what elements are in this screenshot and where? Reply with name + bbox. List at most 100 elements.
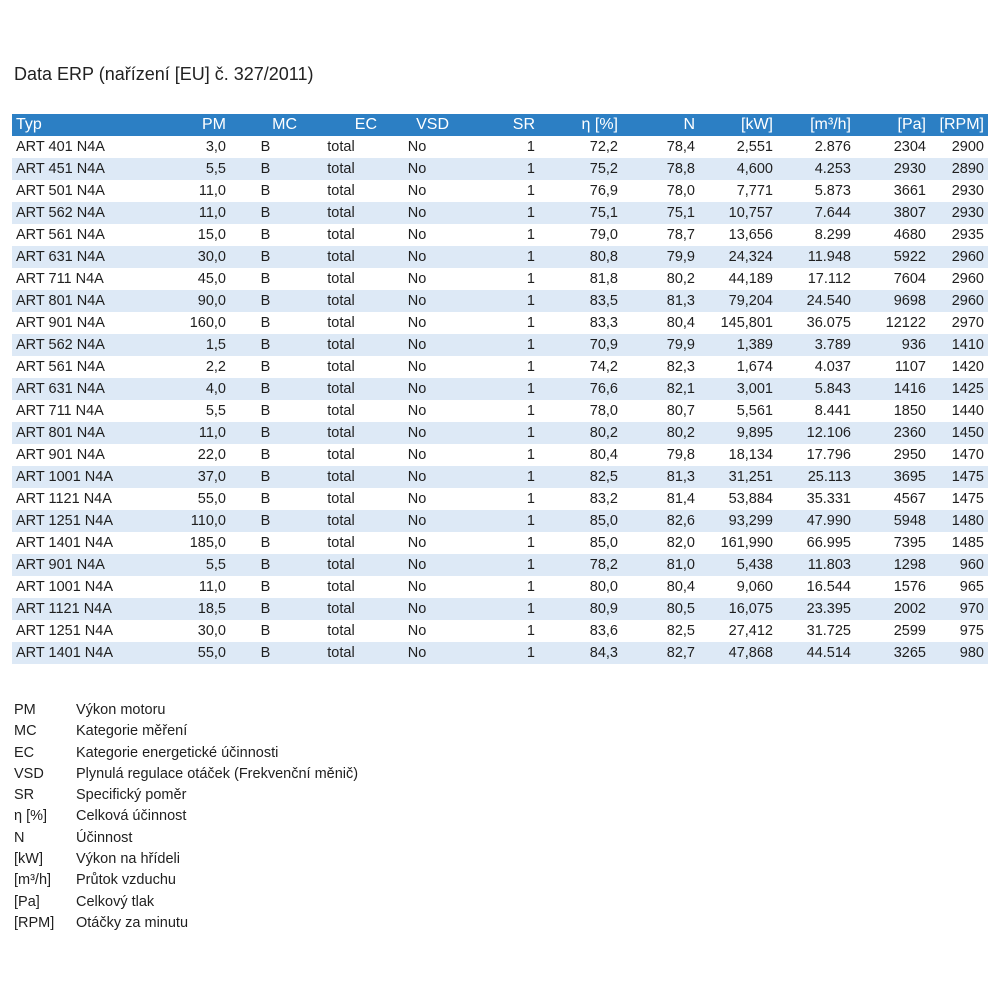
cell-sr: 1 bbox=[453, 378, 539, 400]
cell-sr: 1 bbox=[453, 334, 539, 356]
cell-typ: ART 451 N4A bbox=[12, 158, 140, 180]
cell-rpm: 975 bbox=[930, 620, 988, 642]
legend-item: [Pa] Celkový tlak bbox=[14, 892, 358, 913]
cell-airflow: 11.948 bbox=[777, 246, 855, 268]
cell-pm: 11,0 bbox=[140, 576, 230, 598]
cell-pa: 1416 bbox=[855, 378, 930, 400]
column-header-pm: PM bbox=[140, 114, 230, 136]
cell-pa: 12122 bbox=[855, 312, 930, 334]
column-header-eta: η [%] bbox=[539, 114, 622, 136]
cell-vsd: No bbox=[381, 444, 453, 466]
cell-sr: 1 bbox=[453, 598, 539, 620]
legend-item: [m³/h] Průtok vzduchu bbox=[14, 870, 358, 891]
cell-n: 80,5 bbox=[622, 598, 699, 620]
cell-pm: 185,0 bbox=[140, 532, 230, 554]
cell-rpm: 1425 bbox=[930, 378, 988, 400]
legend-description: Kategorie měření bbox=[76, 723, 188, 740]
cell-kw: 53,884 bbox=[699, 488, 777, 510]
cell-kw: 2,551 bbox=[699, 136, 777, 158]
table-body: ART 401 N4A 3,0 Btotal No 1 72,2 78,4 2,551 2.87… bbox=[12, 136, 988, 664]
cell-pm: 37,0 bbox=[140, 466, 230, 488]
cell-kw: 145,801 bbox=[699, 312, 777, 334]
cell-kw: 93,299 bbox=[699, 510, 777, 532]
cell-vsd: No bbox=[381, 246, 453, 268]
column-header-airflow: [m³/h] bbox=[777, 114, 855, 136]
cell-rpm: 1440 bbox=[930, 400, 988, 422]
cell-airflow: 4.037 bbox=[777, 356, 855, 378]
cell-mc: B bbox=[230, 642, 301, 664]
column-header-n: N bbox=[622, 114, 699, 136]
erp-data-table: Typ PM MC EC VSD SR η [%] N [kW] [m³/h] … bbox=[12, 114, 988, 664]
cell-vsd: No bbox=[381, 334, 453, 356]
cell-n: 82,5 bbox=[622, 620, 699, 642]
table-row: ART 1251 N4A 110,0 Btotal No 1 85,0 82,6 93,299… bbox=[12, 510, 988, 532]
cell-ec: total bbox=[301, 400, 381, 422]
cell-typ: ART 562 N4A bbox=[12, 334, 140, 356]
cell-eta: 83,3 bbox=[539, 312, 622, 334]
cell-rpm: 1410 bbox=[930, 334, 988, 356]
cell-kw: 31,251 bbox=[699, 466, 777, 488]
cell-eta: 81,8 bbox=[539, 268, 622, 290]
cell-pa: 1107 bbox=[855, 356, 930, 378]
cell-airflow: 3.789 bbox=[777, 334, 855, 356]
cell-sr: 1 bbox=[453, 510, 539, 532]
cell-n: 80,7 bbox=[622, 400, 699, 422]
cell-sr: 1 bbox=[453, 532, 539, 554]
table-row: ART 1001 N4A 11,0 Btotal No 1 80,0 80,4 9,060 16… bbox=[12, 576, 988, 598]
cell-sr: 1 bbox=[453, 180, 539, 202]
cell-pm: 18,5 bbox=[140, 598, 230, 620]
cell-typ: ART 1001 N4A bbox=[12, 466, 140, 488]
cell-typ: ART 901 N4A bbox=[12, 312, 140, 334]
cell-pa: 2360 bbox=[855, 422, 930, 444]
cell-vsd: No bbox=[381, 268, 453, 290]
cell-sr: 1 bbox=[453, 620, 539, 642]
table-row: ART 1251 N4A 30,0 Btotal No 1 83,6 82,5 27,412 3… bbox=[12, 620, 988, 642]
table-row: ART 1121 N4A 55,0 Btotal No 1 83,2 81,4 53,884 3… bbox=[12, 488, 988, 510]
cell-pm: 5,5 bbox=[140, 400, 230, 422]
cell-kw: 44,189 bbox=[699, 268, 777, 290]
cell-typ: ART 901 N4A bbox=[12, 554, 140, 576]
legend-abbreviation: PM bbox=[14, 702, 36, 718]
cell-kw: 4,600 bbox=[699, 158, 777, 180]
cell-mc: B bbox=[230, 180, 301, 202]
cell-sr: 1 bbox=[453, 290, 539, 312]
cell-rpm: 965 bbox=[930, 576, 988, 598]
cell-n: 78,7 bbox=[622, 224, 699, 246]
table-row: ART 631 N4A 30,0 Btotal No 1 80,8 79,9 24,324 11… bbox=[12, 246, 988, 268]
table-row: ART 1401 N4A 185,0 Btotal No 1 85,0 82,0 161,99… bbox=[12, 532, 988, 554]
cell-ec: total bbox=[301, 532, 381, 554]
cell-airflow: 8.441 bbox=[777, 400, 855, 422]
cell-typ: ART 561 N4A bbox=[12, 224, 140, 246]
cell-n: 80,2 bbox=[622, 268, 699, 290]
cell-eta: 80,2 bbox=[539, 422, 622, 444]
table-row: ART 631 N4A 4,0 Btotal No 1 76,6 82,1 3,001 5.84… bbox=[12, 378, 988, 400]
page-title: Data ERP (nařízení [EU] č. 327/2011) bbox=[14, 64, 314, 84]
cell-vsd: No bbox=[381, 378, 453, 400]
legend-abbreviation: [Pa] bbox=[14, 893, 40, 910]
cell-kw: 9,895 bbox=[699, 422, 777, 444]
legend-abbreviation: η [%] bbox=[14, 808, 48, 825]
cell-vsd: No bbox=[381, 202, 453, 224]
cell-typ: ART 562 N4A bbox=[12, 202, 140, 224]
cell-pm: 45,0 bbox=[140, 268, 230, 290]
cell-sr: 1 bbox=[453, 268, 539, 290]
cell-mc: B bbox=[230, 422, 301, 444]
cell-airflow: 4.253 bbox=[777, 158, 855, 180]
table-row: ART 801 N4A 90,0 Btotal No 1 83,5 81,3 79,204 24… bbox=[12, 290, 988, 312]
cell-sr: 1 bbox=[453, 554, 539, 576]
cell-ec: total bbox=[301, 312, 381, 334]
cell-vsd: No bbox=[381, 312, 453, 334]
cell-ec: total bbox=[301, 158, 381, 180]
table-row: ART 501 N4A 11,0 Btotal No 1 76,9 78,0 7,771 5.8… bbox=[12, 180, 988, 202]
table-row: ART 901 N4A 5,5 Btotal No 1 78,2 81,0 5,438 11.8… bbox=[12, 554, 988, 576]
cell-rpm: 980 bbox=[930, 642, 988, 664]
cell-pm: 11,0 bbox=[140, 202, 230, 224]
cell-rpm: 2890 bbox=[930, 158, 988, 180]
column-header-vsd: VSD bbox=[381, 114, 453, 136]
cell-mc: B bbox=[230, 510, 301, 532]
cell-mc: B bbox=[230, 136, 301, 158]
cell-mc: B bbox=[230, 202, 301, 224]
cell-pa: 2950 bbox=[855, 444, 930, 466]
cell-pa: 2930 bbox=[855, 158, 930, 180]
cell-pa: 3695 bbox=[855, 466, 930, 488]
